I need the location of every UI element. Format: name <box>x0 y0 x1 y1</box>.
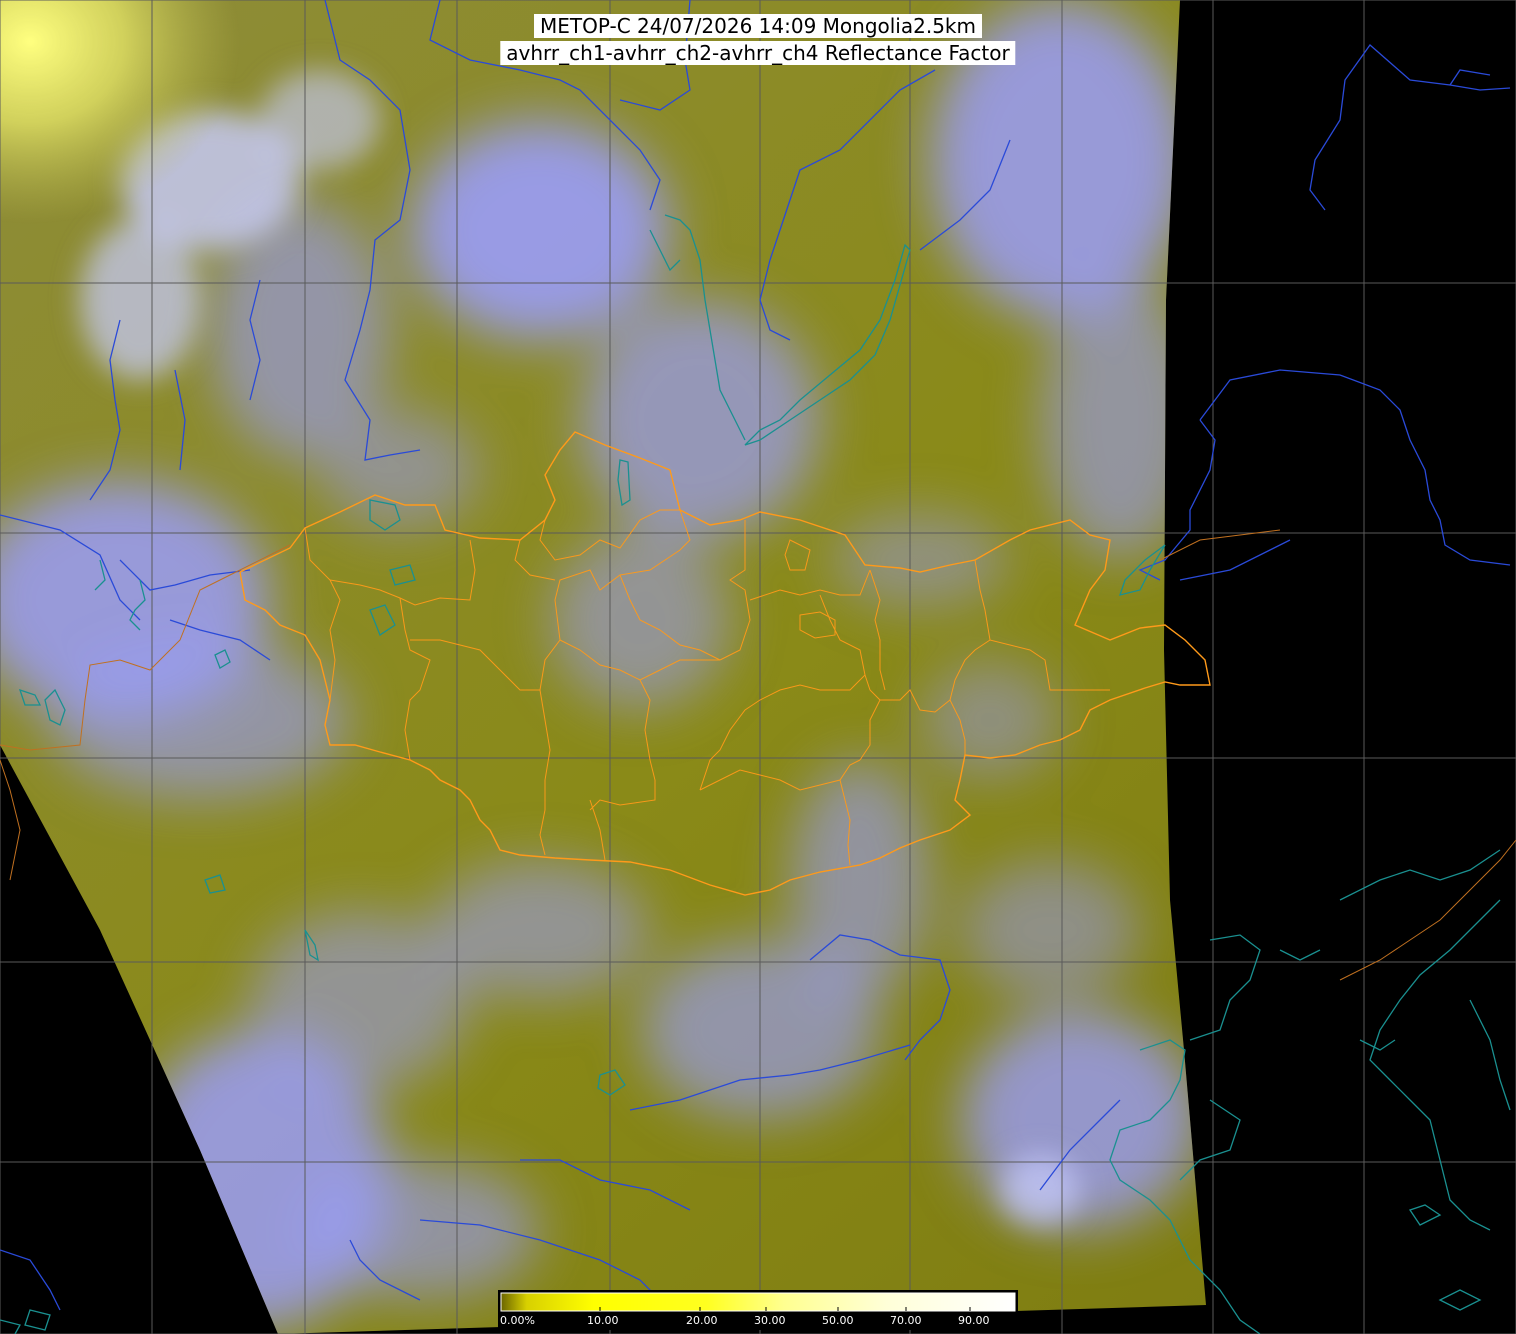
colorbar-gradient <box>500 1292 1016 1312</box>
map-title-line-2: avhrr_ch1-avhrr_ch2-avhrr_ch4 Reflectanc… <box>500 41 1016 65</box>
colorbar-label-6: 90.00 <box>958 1314 990 1327</box>
colorbar-label-3: 30.00 <box>754 1314 786 1327</box>
colorbar-legend: 0.00% 10.00 20.00 30.00 50.00 70.00 90.0… <box>498 1290 1018 1330</box>
map-title-line-1: METOP-C 24/07/2026 14:09 Mongolia2.5km <box>534 14 982 38</box>
colorbar-label-4: 50.00 <box>822 1314 854 1327</box>
satellite-map <box>0 0 1516 1334</box>
colorbar-label-1: 10.00 <box>587 1314 619 1327</box>
colorbar-label-5: 70.00 <box>890 1314 922 1327</box>
colorbar-label-2: 20.00 <box>686 1314 718 1327</box>
colorbar-label-0: 0.00% <box>500 1314 535 1327</box>
sunglint-region <box>0 0 600 520</box>
